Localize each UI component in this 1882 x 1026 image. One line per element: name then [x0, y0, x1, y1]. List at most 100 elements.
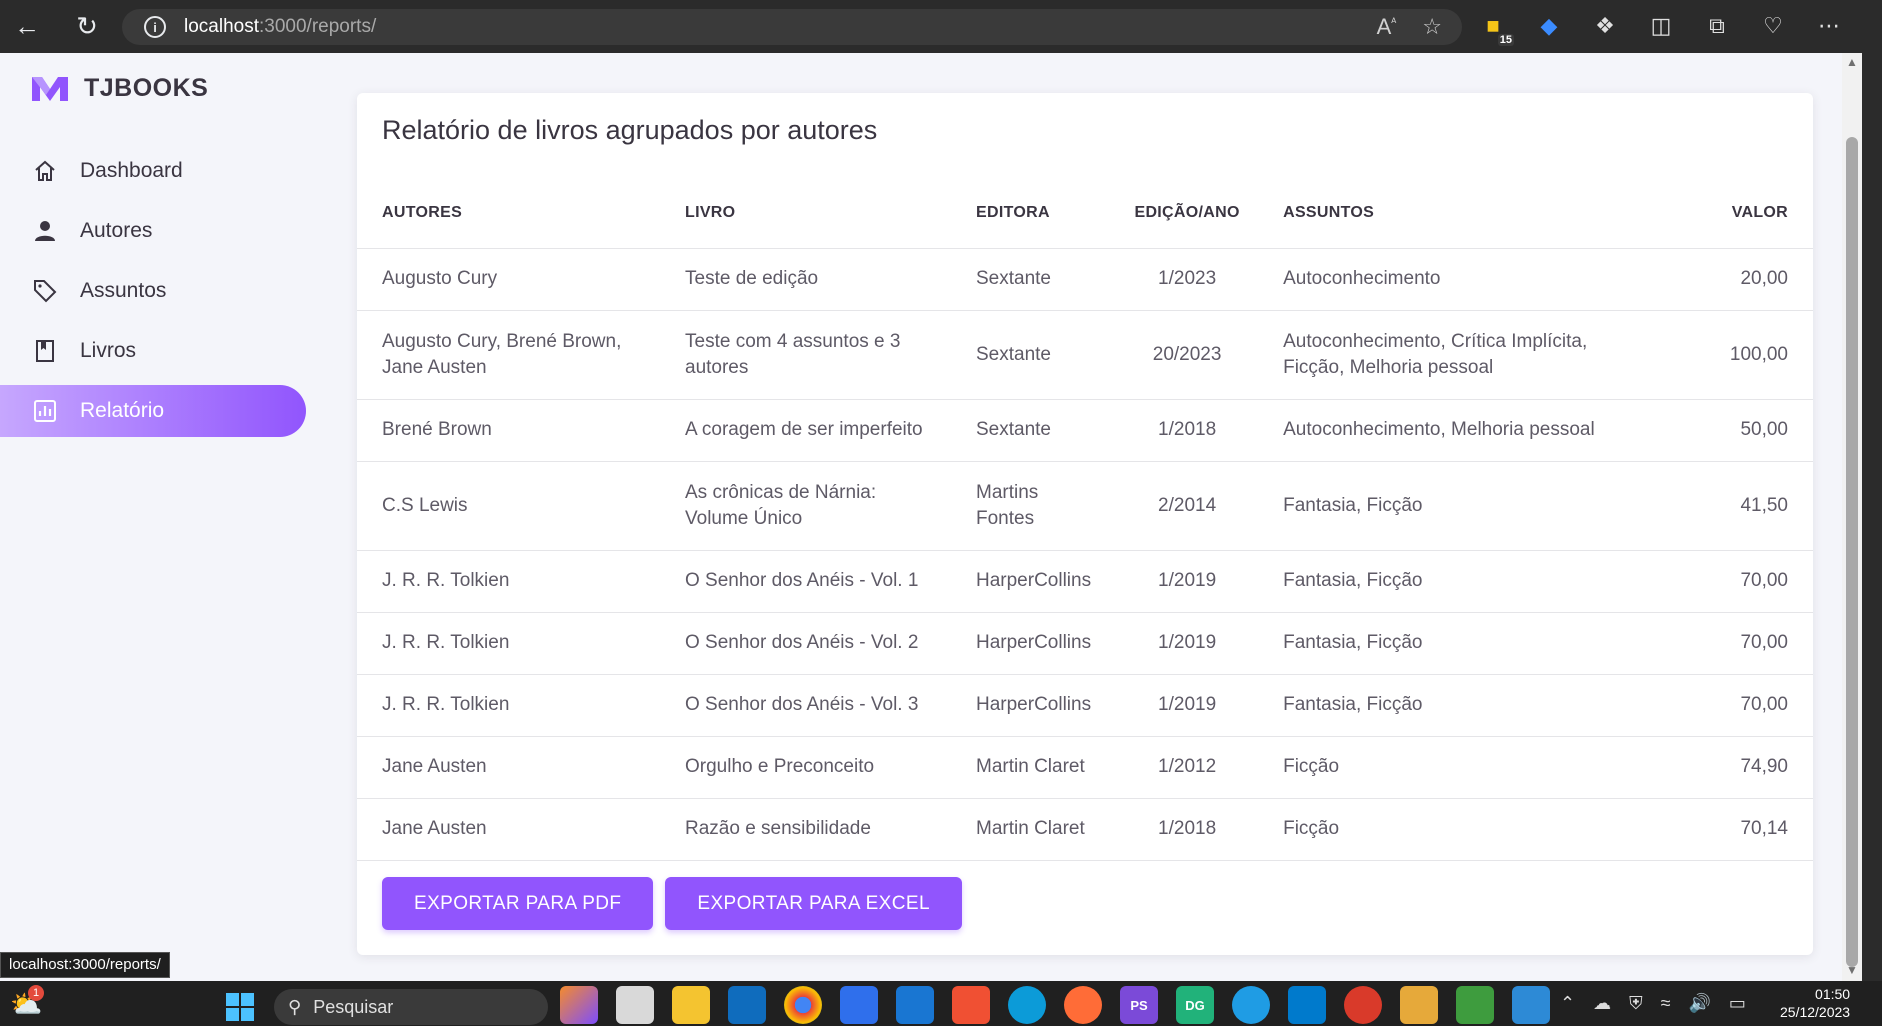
sidebar-item-label: Dashboard: [80, 159, 183, 182]
outlook-app-icon[interactable]: [728, 986, 766, 1024]
sidebar-item-label: Livros: [80, 339, 137, 362]
cell-autores: Augusto Cury, Brené Brown, Jane Austen: [357, 310, 660, 400]
sidebar-item-assuntos[interactable]: Assuntos: [0, 265, 306, 317]
cell-valor: 100,00: [1678, 310, 1813, 400]
cell-valor: 70,00: [1678, 674, 1813, 737]
cell-valor: 70,14: [1678, 798, 1813, 861]
calendar-app-icon[interactable]: [896, 986, 934, 1024]
sidebar-item-label: Assuntos: [80, 279, 167, 302]
tool-app-icon[interactable]: [1400, 986, 1438, 1024]
task-view-app-icon[interactable]: [616, 986, 654, 1024]
cell-editora: HarperCollins: [951, 550, 1117, 613]
column-header-editora: EDITORA: [951, 179, 1117, 249]
cell-edicao: 1/2012: [1116, 736, 1259, 799]
taskbar-search[interactable]: ⚲ Pesquisar: [274, 989, 548, 1025]
vscode-app-icon[interactable]: [1288, 986, 1326, 1024]
cell-autores: Jane Austen: [357, 798, 660, 861]
extension-gem-icon[interactable]: ◆: [1536, 12, 1562, 40]
cell-editora: Martin Claret: [951, 798, 1117, 861]
book-icon: [32, 338, 58, 364]
tray-expand-icon[interactable]: ⌃: [1560, 993, 1575, 1014]
extensions-puzzle-icon[interactable]: ❖: [1592, 12, 1618, 40]
cell-assuntos: Fantasia, Ficção: [1258, 550, 1679, 613]
scroll-thumb[interactable]: [1846, 137, 1858, 967]
volume-icon[interactable]: 🔊: [1688, 993, 1710, 1014]
page-scrollbar[interactable]: ▲ ▼: [1842, 53, 1862, 981]
windows-start-icon[interactable]: [226, 993, 254, 1021]
battery-icon[interactable]: ▭: [1729, 993, 1746, 1014]
column-header-assuntos: ASSUNTOS: [1258, 179, 1679, 249]
cell-editora: HarperCollins: [951, 674, 1117, 737]
export-pdf-button[interactable]: EXPORTAR PARA PDF: [382, 877, 654, 930]
weather-widget-icon[interactable]: ⛅ 1: [10, 985, 44, 1020]
sidebar-item-dashboard[interactable]: Dashboard: [0, 145, 306, 197]
tomato-app-icon[interactable]: [1344, 986, 1382, 1024]
table-row: Jane Austen Razão e sensibilidade Martin…: [357, 798, 1813, 861]
cell-livro: Teste de edição: [660, 248, 951, 311]
file-explorer-app-icon[interactable]: [672, 986, 710, 1024]
cell-edicao: 1/2019: [1116, 612, 1259, 675]
extension-folder-icon[interactable]: ■ 15: [1480, 12, 1514, 46]
export-excel-button[interactable]: EXPORTAR PARA EXCEL: [665, 877, 962, 930]
taskbar-clock[interactable]: 01:50 25/12/2023: [1780, 985, 1850, 1021]
cell-edicao: 20/2023: [1116, 310, 1259, 400]
onedrive-icon[interactable]: ☁: [1593, 993, 1611, 1014]
spreadsheet-app-icon[interactable]: [1456, 986, 1494, 1024]
cell-autores: J. R. R. Tolkien: [357, 612, 660, 675]
system-tray: ⌃ ☁ ⛨ ≈ 🔊 ▭: [1560, 993, 1746, 1014]
browser-essentials-icon[interactable]: ♡: [1760, 12, 1786, 40]
cell-editora: Martin Claret: [951, 736, 1117, 799]
sidebar-item-relatorio[interactable]: Relatório: [0, 385, 306, 437]
cell-livro: O Senhor dos Anéis - Vol. 1: [660, 550, 951, 613]
cell-edicao: 1/2018: [1116, 399, 1259, 462]
cell-edicao: 1/2019: [1116, 674, 1259, 737]
report-chart-icon: [32, 398, 58, 424]
collections-icon[interactable]: ⧉: [1704, 12, 1730, 40]
cell-editora: Sextante: [951, 248, 1117, 311]
sidebar-item-livros[interactable]: Livros: [0, 325, 306, 377]
side-panel-edge: [1862, 53, 1882, 981]
refresh-icon[interactable]: ↻: [60, 0, 114, 53]
sidebar-item-autores[interactable]: Autores: [0, 205, 306, 257]
browser-toolbar: ← ↻ i localhost:3000/reports/ Aᴬ ☆ ■ 15 ◆…: [0, 0, 1882, 53]
cell-valor: 41,50: [1678, 461, 1813, 551]
cell-livro: As crônicas de Nárnia: Volume Único: [660, 461, 951, 551]
search-placeholder: Pesquisar: [313, 996, 394, 1017]
datagrip-app-icon[interactable]: DG: [1176, 986, 1214, 1024]
scroll-up-arrow-icon[interactable]: ▲: [1846, 55, 1858, 69]
phpstorm-app-icon[interactable]: PS: [1120, 986, 1158, 1024]
copilot-app-icon[interactable]: [560, 986, 598, 1024]
cell-livro: Teste com 4 assuntos e 3 autores: [660, 310, 951, 400]
edge-app-icon[interactable]: [1008, 986, 1046, 1024]
table-row: Augusto Cury Teste de edição Sextante 1/…: [357, 248, 1813, 311]
cell-edicao: 1/2018: [1116, 798, 1259, 861]
sidebar-item-label: Autores: [80, 219, 153, 242]
scroll-down-arrow-icon[interactable]: ▼: [1846, 963, 1858, 977]
cell-valor: 70,00: [1678, 612, 1813, 675]
chrome-app-icon[interactable]: [784, 986, 822, 1024]
security-shield-icon[interactable]: ⛨: [1629, 993, 1643, 1014]
address-bar[interactable]: i localhost:3000/reports/ Aᴬ ☆: [122, 9, 1462, 45]
back-arrow-icon[interactable]: ←: [0, 0, 54, 53]
cell-livro: O Senhor dos Anéis - Vol. 3: [660, 674, 951, 737]
wifi-icon[interactable]: ≈: [1661, 993, 1671, 1014]
mysql-workbench-app-icon[interactable]: [1232, 986, 1270, 1024]
todo-app-icon[interactable]: [840, 986, 878, 1024]
column-header-valor: VALOR: [1678, 179, 1813, 249]
more-menu-icon[interactable]: ⋯: [1816, 12, 1842, 40]
site-info-icon[interactable]: i: [144, 16, 166, 38]
cell-assuntos: Ficção: [1258, 736, 1679, 799]
sidebar: TJBOOKS Dashboard Autores Assuntos Livro…: [0, 53, 320, 981]
paint-app-icon[interactable]: [1512, 986, 1550, 1024]
git-app-icon[interactable]: [952, 986, 990, 1024]
cell-autores: J. R. R. Tolkien: [357, 674, 660, 737]
home-icon: [32, 158, 58, 184]
favorite-star-icon[interactable]: ☆: [1422, 14, 1442, 40]
cell-edicao: 1/2019: [1116, 550, 1259, 613]
split-screen-icon[interactable]: ◫: [1648, 12, 1674, 40]
cell-editora: Martins Fontes: [951, 461, 1117, 551]
read-aloud-icon[interactable]: Aᴬ: [1377, 14, 1397, 40]
cell-assuntos: Fantasia, Ficção: [1258, 674, 1679, 737]
postman-app-icon[interactable]: [1064, 986, 1102, 1024]
app-logo[interactable]: TJBOOKS: [30, 73, 208, 103]
